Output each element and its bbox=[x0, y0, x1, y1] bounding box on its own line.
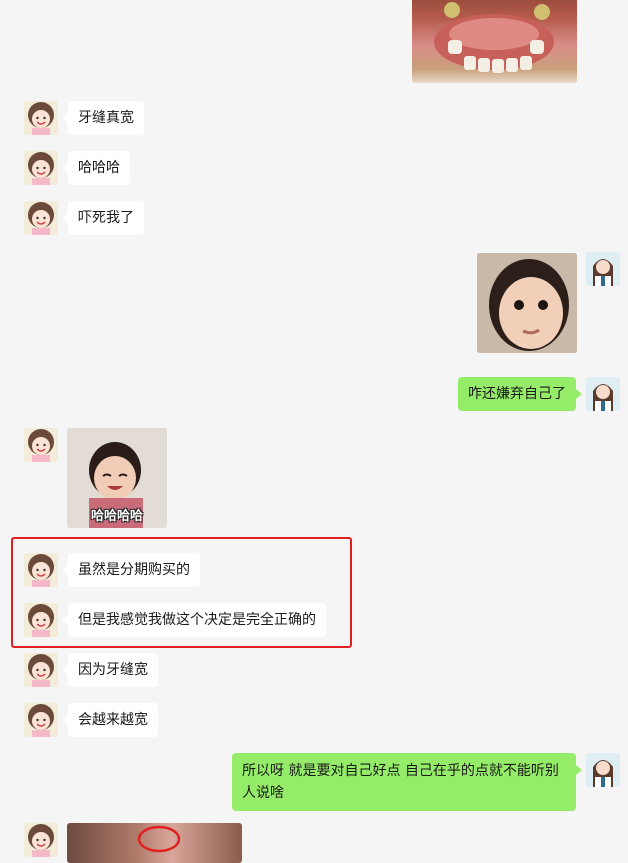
girl-avatar-icon bbox=[28, 704, 54, 737]
my-avatar[interactable] bbox=[586, 377, 620, 411]
contact-avatar[interactable] bbox=[24, 603, 58, 637]
woman-avatar-icon bbox=[586, 753, 620, 787]
girl-avatar-icon bbox=[28, 429, 54, 462]
girl-avatar-icon bbox=[28, 654, 54, 687]
message-bubble[interactable]: 会越来越宽 bbox=[62, 703, 158, 737]
contact-avatar[interactable] bbox=[24, 823, 58, 857]
girl-avatar-icon bbox=[28, 152, 54, 185]
message-bubble[interactable]: 牙缝真宽 bbox=[62, 101, 144, 135]
girl-avatar-icon bbox=[28, 554, 54, 587]
contact-avatar[interactable] bbox=[24, 428, 58, 462]
sticker-caption: 哈哈哈哈 bbox=[90, 509, 143, 524]
contact-avatar[interactable] bbox=[24, 653, 58, 687]
laughing-child-sticker[interactable]: 哈哈哈哈 bbox=[67, 428, 167, 528]
message-bubble[interactable]: 因为牙缝宽 bbox=[62, 653, 158, 687]
girl-avatar-icon bbox=[28, 202, 54, 235]
girl-avatar-icon bbox=[28, 824, 54, 857]
girl-avatar-icon bbox=[28, 102, 54, 135]
contact-avatar[interactable] bbox=[24, 703, 58, 737]
child-face-photo[interactable] bbox=[477, 253, 577, 353]
teeth-photo-drawing bbox=[434, 2, 554, 73]
woman-avatar-icon bbox=[586, 377, 620, 411]
teeth-photo-drawing bbox=[137, 825, 181, 853]
message-bubble[interactable]: 咋还嫌弃自己了 bbox=[458, 377, 582, 411]
message-bubble[interactable]: 吓死我了 bbox=[62, 201, 144, 235]
message-bubble[interactable]: 但是我感觉我做这个决定是完全正确的 bbox=[62, 603, 326, 637]
message-bubble[interactable]: 虽然是分期购买的 bbox=[62, 553, 200, 587]
message-bubble[interactable]: 哈哈哈 bbox=[62, 151, 130, 185]
teeth-photo-message[interactable] bbox=[67, 823, 242, 863]
woman-avatar-icon bbox=[586, 252, 620, 286]
girl-avatar-icon bbox=[28, 604, 54, 637]
contact-avatar[interactable] bbox=[24, 553, 58, 587]
contact-avatar[interactable] bbox=[24, 101, 58, 135]
my-avatar[interactable] bbox=[586, 753, 620, 787]
my-avatar[interactable] bbox=[586, 252, 620, 286]
teeth-photo-message[interactable] bbox=[412, 0, 577, 83]
contact-avatar[interactable] bbox=[24, 151, 58, 185]
message-bubble[interactable]: 所以呀 就是要对自己好点 自己在乎的点就不能听别人说啥 bbox=[232, 753, 582, 811]
contact-avatar[interactable] bbox=[24, 201, 58, 235]
child-face-drawing bbox=[477, 253, 577, 353]
